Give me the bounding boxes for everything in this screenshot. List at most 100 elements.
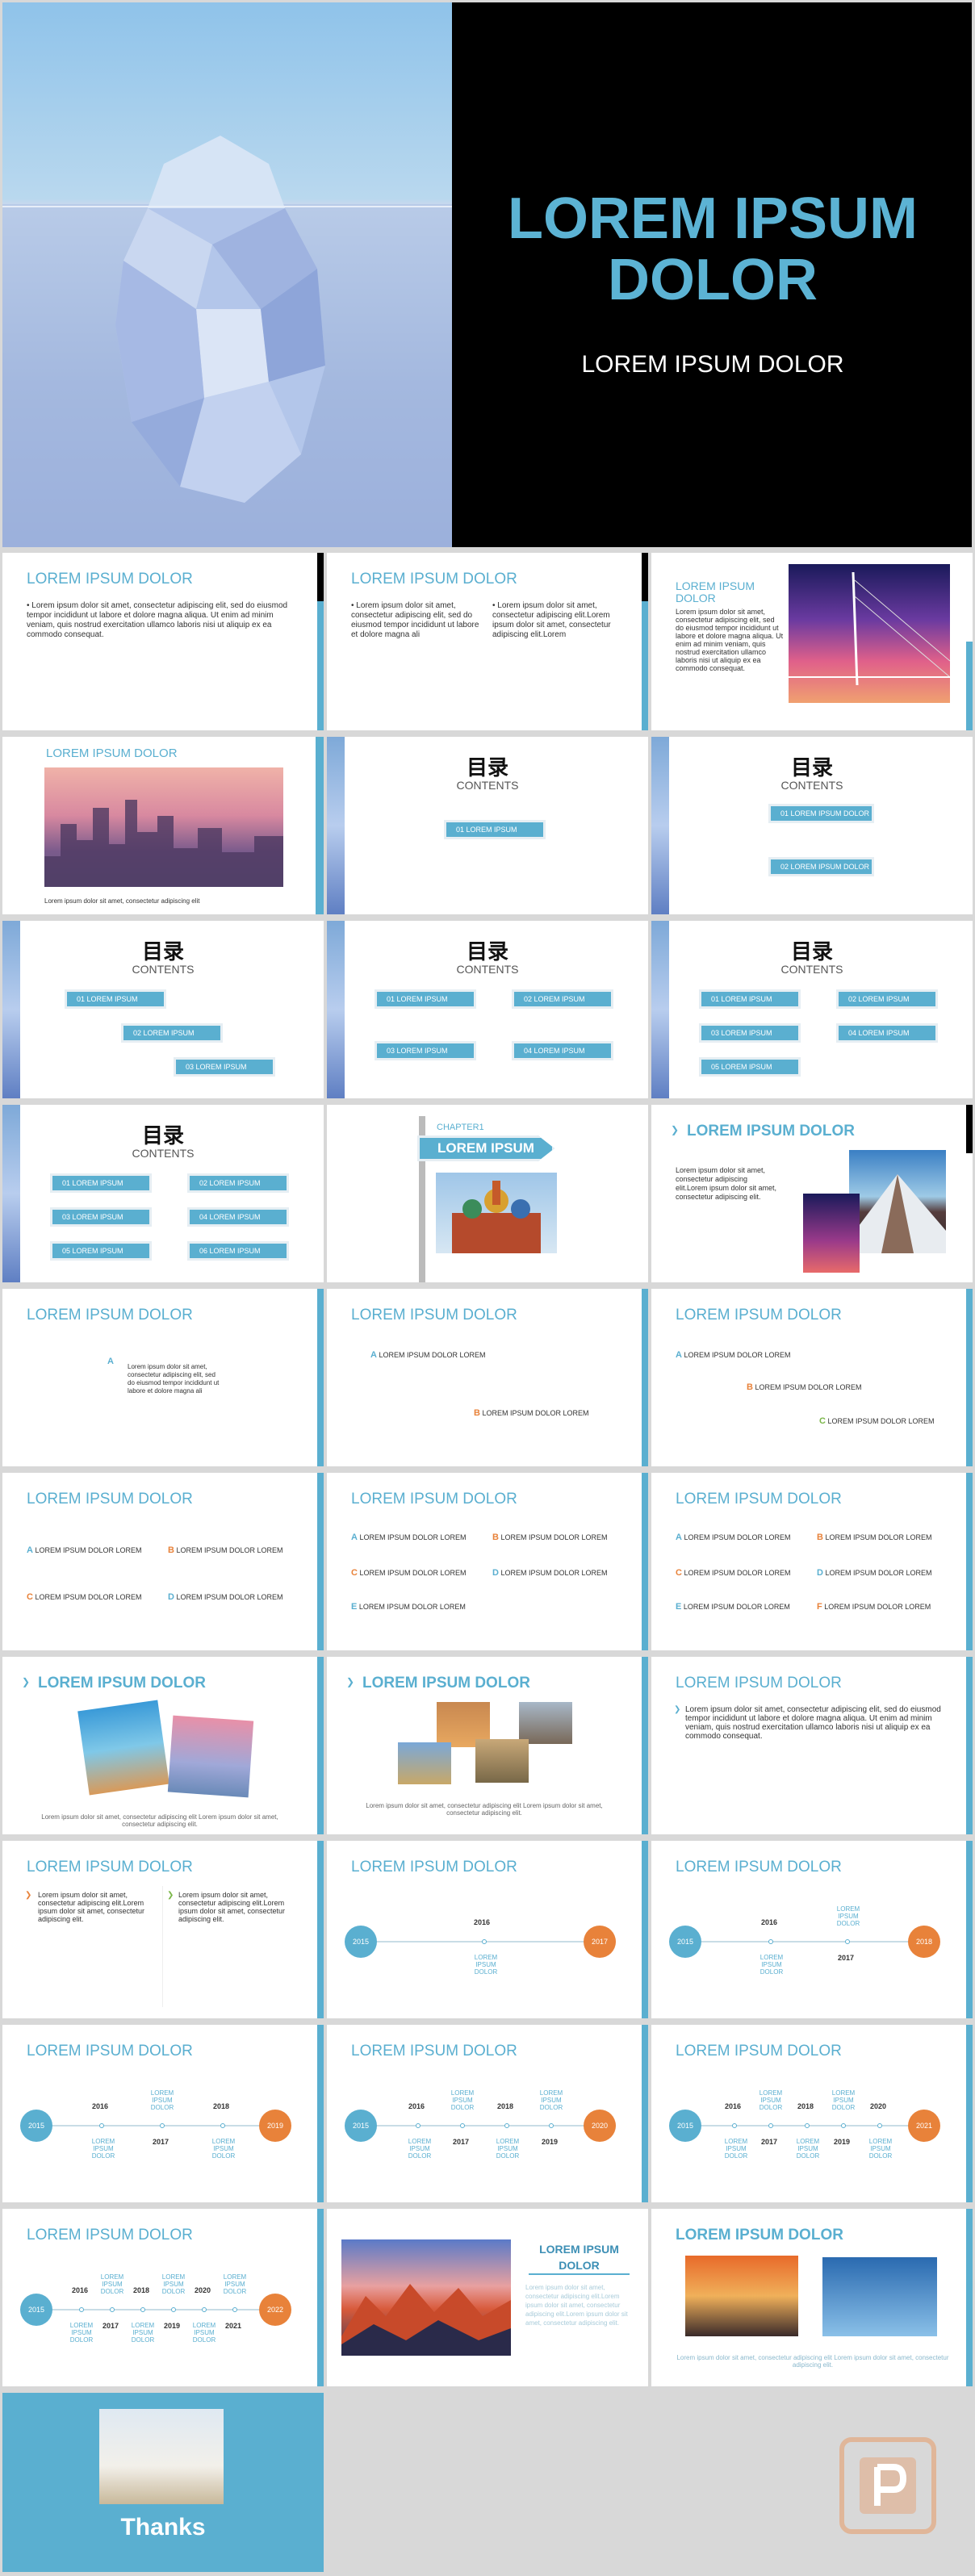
slide-23[interactable]: LOREM IPSUM DOLOR 2015 2017 2016 LOREM I… [327, 1841, 648, 2018]
slide-8[interactable]: 目录 CONTENTS 01 LOREM IPSUM DOLOR 02 LORE… [2, 921, 324, 1098]
toc-item-2[interactable]: 02 LOREM IPSUM DOLOR [123, 1026, 220, 1052]
slide-18[interactable]: LOREM IPSUM DOLOR A LOREM IPSUM DOLOR LO… [651, 1473, 973, 1650]
toc-item-2[interactable]: 02 LOREM IPSUM DOLOR [839, 992, 935, 1018]
slide-2[interactable]: LOREM IPSUM DOLOR • Lorem ipsum dolor si… [2, 553, 324, 730]
slide-28[interactable]: LOREM IPSUM DOLOR 2015 2022 2016 LOREM I… [2, 2209, 324, 2386]
bridge-photo-small [803, 1194, 860, 1273]
timeline-dot [416, 2123, 421, 2128]
timeline-label: LOREM IPSUM DOLOR [796, 2138, 820, 2160]
slide-heading: LOREM IPSUM DOLOR [351, 1491, 517, 1508]
timeline-start: 2015 [20, 2110, 52, 2142]
watermark-logo-icon [835, 2433, 940, 2538]
toc-subtitle: CONTENTS [456, 963, 519, 976]
letter-c: C [676, 1568, 682, 1578]
slide-15[interactable]: LOREM IPSUM DOLOR A LOREM IPSUM DOLOR LO… [651, 1289, 973, 1466]
letter-b: B [492, 1533, 499, 1542]
toc-item-4[interactable]: 04 LOREM IPSUM DOLOR [839, 1026, 935, 1052]
slide-19[interactable]: ❯ LOREM IPSUM DOLOR Lorem ipsum dolor si… [2, 1657, 324, 1834]
toc-item-5[interactable]: 05 LOREM IPSUM DOLOR [52, 1244, 149, 1269]
item-text: LOREM IPSUM DOLOR LOREM [359, 1569, 467, 1577]
point-a: A [107, 1357, 114, 1366]
slide-end[interactable]: Thanks [2, 2393, 324, 2572]
slide-7[interactable]: 目录 CONTENTS 01 LOREM IPSUM DOLOR 02 LORE… [651, 737, 973, 914]
toc-item-6[interactable]: 06 LOREM IPSUM DOLOR [190, 1244, 287, 1269]
col2-text: • Lorem ipsum dolor sit amet, consectetu… [492, 601, 611, 639]
toc-item-3[interactable]: 03 LOREM IPSUM DOLOR [377, 1043, 474, 1069]
slide-25[interactable]: LOREM IPSUM DOLOR 2015 2019 2016 LOREM I… [2, 2025, 324, 2202]
point-a: A LOREM IPSUM DOLOR LOREM [676, 1533, 791, 1542]
slide-heading: LOREM IPSUM DOLOR [46, 746, 178, 760]
toc-item-5[interactable]: 05 LOREM IPSUM DOLOR [701, 1060, 798, 1085]
slide-13[interactable]: LOREM IPSUM DOLOR A Lorem ipsum dolor si… [2, 1289, 324, 1466]
point-c: C LOREM IPSUM DOLOR LOREM [819, 1416, 935, 1426]
slide-17[interactable]: LOREM IPSUM DOLOR A LOREM IPSUM DOLOR LO… [327, 1473, 648, 1650]
cover-slide[interactable]: LOREM IPSUM DOLOR LOREM IPSUM DOLOR [2, 2, 972, 547]
chevron-icon: ❯ [671, 1124, 680, 1135]
column-divider [162, 1886, 163, 2007]
slide-heading: LOREM IPSUM DOLOR [27, 1859, 193, 1876]
accent-bar [642, 2025, 648, 2202]
toc-subtitle: CONTENTS [132, 963, 195, 976]
point-a: A LOREM IPSUM DOLOR LOREM [351, 1533, 467, 1542]
slide-chapter[interactable]: CHAPTER1 LOREM IPSUM [327, 1105, 648, 1282]
slide-11[interactable]: 目录 CONTENTS 01 LOREM IPSUM DOLOR 02 LORE… [2, 1105, 324, 1282]
slide-heading: LOREM IPSUM DOLOR [676, 1491, 842, 1508]
heading-line1: LOREM IPSUM [539, 2243, 619, 2256]
toc-item-1[interactable]: 01 LOREM IPSUM DOLOR [67, 992, 164, 1018]
slide-29[interactable]: LOREM IPSUM DOLOR Lorem ipsum dolor sit a… [327, 2209, 648, 2386]
timeline-start: 2015 [20, 2294, 52, 2326]
toc-item-3[interactable]: 03 LOREM IPSUM DOLOR [52, 1210, 149, 1236]
slide-heading: LOREM IPSUM DOLOR [676, 580, 755, 604]
toc-subtitle: CONTENTS [132, 1147, 195, 1160]
slide-9[interactable]: 目录 CONTENTS 01 LOREM IPSUM DOLOR 02 LORE… [327, 921, 648, 1098]
item-text: LOREM IPSUM DOLOR LOREM [824, 1603, 931, 1611]
toc-item-1[interactable]: 01 LOREM IPSUM DOLOR [701, 992, 798, 1018]
slide-21[interactable]: LOREM IPSUM DOLOR ❯ Lorem ipsum dolor si… [651, 1657, 973, 1834]
slide-4[interactable]: LOREM IPSUM DOLOR Lorem ipsum dolor sit a… [651, 553, 973, 730]
toc-item-4[interactable]: 04 LOREM IPSUM DOLOR [514, 1043, 611, 1069]
timeline-label: LOREM IPSUM DOLOR [161, 2273, 186, 2295]
timeline-label: LOREM IPSUM DOLOR [474, 1954, 498, 1976]
slide-3[interactable]: LOREM IPSUM DOLOR • Lorem ipsum dolor si… [327, 553, 648, 730]
slide-10[interactable]: 目录 CONTENTS 01 LOREM IPSUM DOLOR 02 LORE… [651, 921, 973, 1098]
point-d: D LOREM IPSUM DOLOR LOREM [168, 1592, 283, 1602]
toc-title: 目录 [466, 939, 508, 964]
beach-photo [77, 1700, 169, 1796]
skyline-icon [44, 800, 283, 887]
toc-item-1[interactable]: 01 LOREM IPSUM DOLOR [377, 992, 474, 1018]
toc-item-4[interactable]: 04 LOREM IPSUM DOLOR [190, 1210, 287, 1236]
accent-bar [966, 1473, 973, 1650]
slide-24[interactable]: LOREM IPSUM DOLOR 2015 2018 2016 LOREM I… [651, 1841, 973, 2018]
year-2016: 2016 [408, 2102, 425, 2110]
photo-caption: Lorem ipsum dolor sit amet, consectetur … [41, 1813, 278, 1828]
slide-14[interactable]: LOREM IPSUM DOLOR A LOREM IPSUM DOLOR LO… [327, 1289, 648, 1466]
slide-6[interactable]: 目录 CONTENTS 01 LOREM IPSUM DOLOR [327, 737, 648, 914]
slide-heading: LOREM IPSUM DOLOR [676, 2227, 843, 2244]
letter-a: A [107, 1357, 114, 1366]
toc-item-1[interactable]: 01 LOREM IPSUM DOLOR [52, 1176, 149, 1202]
toc-item-1[interactable]: 01 LOREM IPSUM DOLOR [771, 806, 872, 821]
toc-item-2[interactable]: 02 LOREM IPSUM DOLOR [190, 1176, 287, 1202]
slide-20[interactable]: ❯ LOREM IPSUM DOLOR Lorem ipsum dolor si… [327, 1657, 648, 1834]
toc-item-3[interactable]: 03 LOREM IPSUM DOLOR [176, 1060, 273, 1085]
slide-16[interactable]: LOREM IPSUM DOLOR A LOREM IPSUM DOLOR LO… [2, 1473, 324, 1650]
letter-b: B [168, 1545, 174, 1555]
toc-item-2[interactable]: 02 LOREM IPSUM DOLOR [514, 992, 611, 1018]
toc-item-3[interactable]: 03 LOREM IPSUM DOLOR [701, 1026, 798, 1052]
slide-22[interactable]: LOREM IPSUM DOLOR ❯ Lorem ipsum dolor si… [2, 1841, 324, 2018]
point-e: E LOREM IPSUM DOLOR LOREM [676, 1602, 790, 1612]
photo-caption: Lorem ipsum dolor sit amet, consectetur … [676, 2354, 949, 2369]
accent-bar [316, 737, 324, 914]
slide-12[interactable]: ❯ LOREM IPSUM DOLOR Lorem ipsum dolor si… [651, 1105, 973, 1282]
slide-30[interactable]: LOREM IPSUM DOLOR Lorem ipsum dolor sit … [651, 2209, 973, 2386]
slide-heading: LOREM IPSUM DOLOR [362, 1675, 530, 1692]
letter-e: E [676, 1602, 682, 1612]
item-text: LOREM IPSUM DOLOR LOREM [176, 1546, 283, 1554]
slide-27[interactable]: LOREM IPSUM DOLOR 2015 2021 2016 LOREM I… [651, 2025, 973, 2202]
slide-5[interactable]: LOREM IPSUM DOLOR Lorem ipsum dolor sit … [2, 737, 324, 914]
timeline-dot [140, 2307, 145, 2312]
accent-bar [966, 1657, 973, 1834]
toc-item-1[interactable]: 01 LOREM IPSUM DOLOR [446, 822, 543, 848]
slide-26[interactable]: LOREM IPSUM DOLOR 2015 2020 2016 LOREM I… [327, 2025, 648, 2202]
toc-item-2[interactable]: 02 LOREM IPSUM DOLOR [771, 859, 872, 874]
